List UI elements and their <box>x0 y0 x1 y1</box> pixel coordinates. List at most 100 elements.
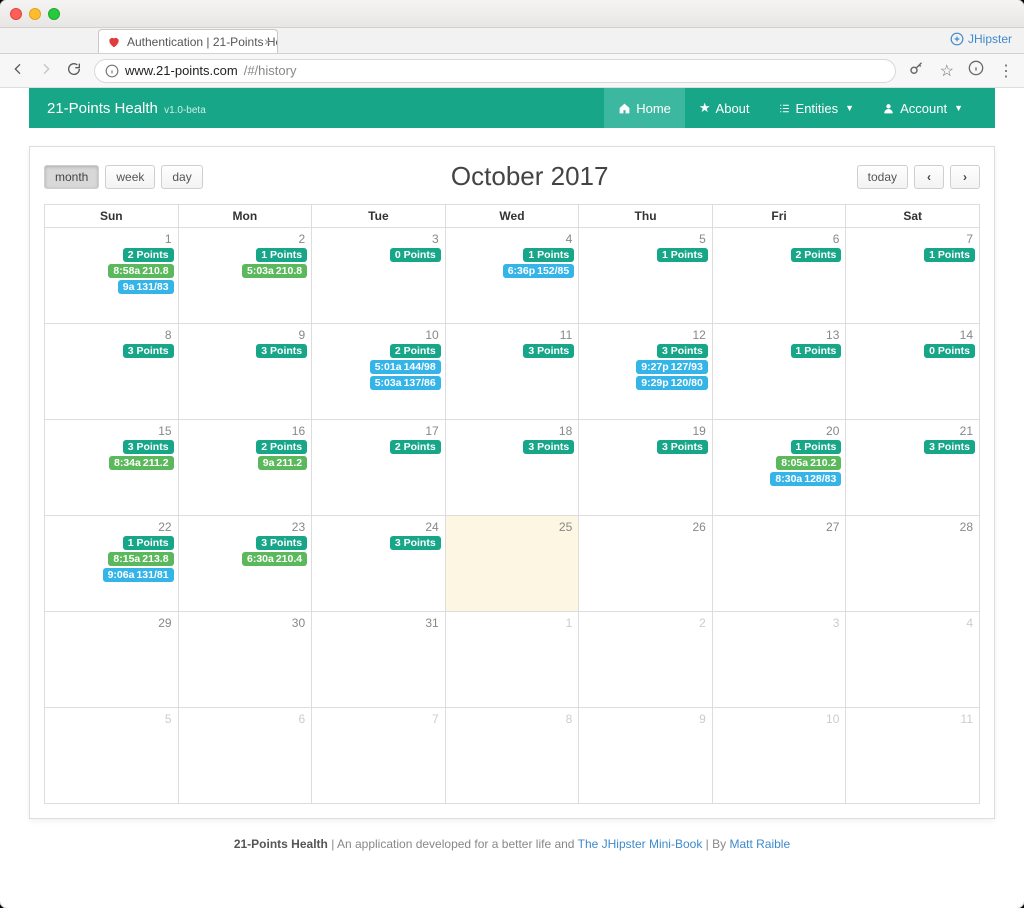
today-button[interactable]: today <box>857 165 908 189</box>
event-bp[interactable]: 6:36p152/85 <box>503 264 575 278</box>
calendar-cell[interactable]: 8 <box>445 708 579 804</box>
calendar-cell[interactable]: 31 <box>312 612 446 708</box>
close-tab-icon[interactable]: × <box>264 35 271 49</box>
calendar-cell[interactable]: 193 Points <box>579 420 713 516</box>
event-points[interactable]: 0 Points <box>390 248 441 262</box>
calendar-cell[interactable]: 21 Points5:03a210.8 <box>178 228 312 324</box>
calendar-cell[interactable]: 9 <box>579 708 713 804</box>
event-points[interactable]: 2 Points <box>123 248 174 262</box>
event-points[interactable]: 3 Points <box>390 536 441 550</box>
view-day-button[interactable]: day <box>161 165 202 189</box>
calendar-cell[interactable]: 213 Points <box>846 420 980 516</box>
event-weight[interactable]: 6:30a210.4 <box>242 552 307 566</box>
calendar-cell[interactable]: 243 Points <box>312 516 446 612</box>
event-points[interactable]: 3 Points <box>523 344 574 358</box>
event-points[interactable]: 1 Points <box>523 248 574 262</box>
maximize-window-icon[interactable] <box>48 8 60 20</box>
view-month-button[interactable]: month <box>44 165 99 189</box>
event-points[interactable]: 3 Points <box>523 440 574 454</box>
event-points[interactable]: 0 Points <box>924 344 975 358</box>
event-weight[interactable]: 8:05a210.2 <box>776 456 841 470</box>
calendar-cell[interactable]: 221 Points8:15a213.89:06a131/81 <box>45 516 179 612</box>
event-points[interactable]: 3 Points <box>123 440 174 454</box>
minimize-window-icon[interactable] <box>29 8 41 20</box>
address-bar[interactable]: www.21-points.com/#/history <box>94 59 896 83</box>
event-points[interactable]: 2 Points <box>390 344 441 358</box>
calendar-cell[interactable]: 7 <box>312 708 446 804</box>
back-button[interactable] <box>10 61 26 80</box>
calendar-cell[interactable]: 3 <box>712 612 846 708</box>
event-points[interactable]: 1 Points <box>657 248 708 262</box>
calendar-cell[interactable]: 27 <box>712 516 846 612</box>
event-bp[interactable]: 9:06a131/81 <box>103 568 174 582</box>
footer-book-link[interactable]: The JHipster Mini-Book <box>578 837 703 851</box>
calendar-cell[interactable]: 10 <box>712 708 846 804</box>
calendar-cell[interactable]: 93 Points <box>178 324 312 420</box>
event-weight[interactable]: 9a211.2 <box>258 456 307 470</box>
next-month-button[interactable]: › <box>950 165 980 189</box>
calendar-cell[interactable]: 30 Points <box>312 228 446 324</box>
calendar-cell[interactable]: 162 Points9a211.2 <box>178 420 312 516</box>
calendar-cell[interactable]: 83 Points <box>45 324 179 420</box>
nav-about[interactable]: ★ About <box>685 88 764 128</box>
star-icon[interactable]: ☆ <box>940 61 954 81</box>
calendar-cell[interactable]: 51 Points <box>579 228 713 324</box>
calendar-cell[interactable]: 172 Points <box>312 420 446 516</box>
event-bp[interactable]: 5:01a144/98 <box>370 360 441 374</box>
event-points[interactable]: 3 Points <box>256 536 307 550</box>
close-window-icon[interactable] <box>10 8 22 20</box>
event-points[interactable]: 1 Points <box>791 344 842 358</box>
extension-jhipster[interactable]: JHipster <box>950 32 1012 46</box>
calendar-cell[interactable]: 113 Points <box>445 324 579 420</box>
event-points[interactable]: 1 Points <box>256 248 307 262</box>
calendar-cell[interactable]: 123 Points9:27p127/939:29p120/80 <box>579 324 713 420</box>
event-weight[interactable]: 8:15a213.8 <box>108 552 173 566</box>
reload-button[interactable] <box>66 61 82 80</box>
calendar-cell[interactable]: 131 Points <box>712 324 846 420</box>
event-points[interactable]: 3 Points <box>657 344 708 358</box>
calendar-cell[interactable]: 12 Points8:58a210.89a131/83 <box>45 228 179 324</box>
calendar-cell[interactable]: 71 Points <box>846 228 980 324</box>
event-points[interactable]: 1 Points <box>123 536 174 550</box>
calendar-cell[interactable]: 11 <box>846 708 980 804</box>
calendar-cell[interactable]: 183 Points <box>445 420 579 516</box>
event-points[interactable]: 3 Points <box>657 440 708 454</box>
nav-account[interactable]: Account ▼ <box>868 88 977 128</box>
calendar-cell[interactable]: 41 Points6:36p152/85 <box>445 228 579 324</box>
event-bp[interactable]: 9:29p120/80 <box>636 376 708 390</box>
event-points[interactable]: 1 Points <box>791 440 842 454</box>
view-week-button[interactable]: week <box>105 165 155 189</box>
event-bp[interactable]: 8:30a128/83 <box>770 472 841 486</box>
browser-tab[interactable]: Authentication | 21-Points Hea × <box>98 29 278 53</box>
event-bp[interactable]: 9a131/83 <box>118 280 174 294</box>
calendar-cell[interactable]: 153 Points8:34a211.2 <box>45 420 179 516</box>
nav-home[interactable]: Home <box>604 88 685 128</box>
calendar-cell[interactable]: 201 Points8:05a210.28:30a128/83 <box>712 420 846 516</box>
event-weight[interactable]: 8:58a210.8 <box>108 264 173 278</box>
calendar-cell[interactable]: 6 <box>178 708 312 804</box>
event-points[interactable]: 2 Points <box>390 440 441 454</box>
event-bp[interactable]: 5:03a137/86 <box>370 376 441 390</box>
calendar-cell[interactable]: 1 <box>445 612 579 708</box>
menu-icon[interactable]: ⋮ <box>998 61 1014 81</box>
calendar-cell[interactable]: 62 Points <box>712 228 846 324</box>
calendar-cell[interactable]: 233 Points6:30a210.4 <box>178 516 312 612</box>
calendar-cell[interactable]: 4 <box>846 612 980 708</box>
event-points[interactable]: 2 Points <box>791 248 842 262</box>
calendar-cell[interactable]: 26 <box>579 516 713 612</box>
calendar-cell[interactable]: 29 <box>45 612 179 708</box>
key-icon[interactable] <box>908 59 926 82</box>
calendar-cell[interactable]: 2 <box>579 612 713 708</box>
nav-entities[interactable]: Entities ▼ <box>764 88 869 128</box>
event-weight[interactable]: 8:34a211.2 <box>109 456 174 470</box>
brand[interactable]: 21-Points Health v1.0-beta <box>47 100 206 117</box>
event-bp[interactable]: 9:27p127/93 <box>636 360 708 374</box>
prev-month-button[interactable]: ‹ <box>914 165 944 189</box>
event-points[interactable]: 3 Points <box>123 344 174 358</box>
calendar-cell[interactable]: 5 <box>45 708 179 804</box>
calendar-cell[interactable]: 28 <box>846 516 980 612</box>
event-weight[interactable]: 5:03a210.8 <box>242 264 307 278</box>
event-points[interactable]: 3 Points <box>256 344 307 358</box>
calendar-cell[interactable]: 140 Points <box>846 324 980 420</box>
footer-author-link[interactable]: Matt Raible <box>729 837 790 851</box>
